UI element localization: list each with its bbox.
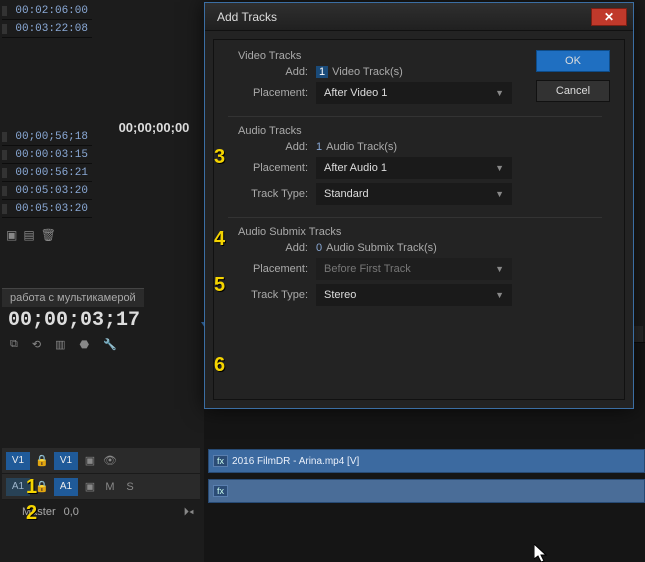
timecode: 00:03:22:08	[11, 21, 92, 37]
add-label: Add:	[220, 66, 316, 78]
add-label: Add:	[220, 141, 316, 153]
dialog-titlebar[interactable]: Add Tracks ✕	[205, 3, 633, 31]
bin-row[interactable]: 00:05:03:20	[2, 200, 92, 218]
new-bin-icon[interactable]: ▣	[6, 228, 17, 242]
timecode: 00;00;56;18	[11, 129, 92, 145]
chevron-down-icon: ▼	[495, 163, 504, 173]
audio-placement-select[interactable]: After Audio 1 ▼	[316, 157, 512, 179]
placement-label: Placement:	[220, 87, 316, 99]
timeline-playhead-timecode[interactable]: 00;00;03;17	[2, 307, 202, 334]
chevron-down-icon: ▼	[495, 88, 504, 98]
marker-icon[interactable]: ⬣	[79, 338, 89, 351]
audio-tracks-group: Audio Tracks Add: 1 Audio Track(s) Place…	[220, 125, 610, 209]
link-icon[interactable]: ⟲	[32, 338, 41, 351]
clip-label: 2016 FilmDR - Arina.mp4 [V]	[232, 456, 359, 467]
audio-tracks-legend: Audio Tracks	[238, 125, 610, 137]
dialog-title: Add Tracks	[211, 10, 277, 24]
timecode: 00:00:03:15	[11, 147, 92, 163]
submix-tracks-legend: Audio Submix Tracks	[238, 226, 610, 238]
new-item-icon[interactable]: ▤	[23, 228, 34, 242]
chevron-down-icon: ▼	[495, 189, 504, 199]
fx-badge[interactable]: fx	[213, 485, 228, 497]
v1-source-toggle[interactable]: V1	[6, 452, 30, 470]
submix-add-unit: Audio Submix Track(s)	[326, 242, 437, 254]
audio-add-unit: Audio Track(s)	[326, 141, 397, 153]
sync-lock-icon[interactable]: ▣	[82, 480, 98, 493]
submix-placement-select: Before First Track ▼	[316, 258, 512, 280]
audio-clip[interactable]: fx	[208, 479, 645, 503]
monitor-timecode: 00;00;00;00	[119, 120, 190, 135]
v1-target-toggle[interactable]: V1	[54, 452, 78, 470]
cancel-button[interactable]: Cancel	[536, 80, 610, 102]
ok-button[interactable]: OK	[536, 50, 610, 72]
video-clip[interactable]: fx 2016 FilmDR - Arina.mp4 [V]	[208, 449, 645, 473]
eye-icon[interactable]: 👁	[102, 454, 118, 467]
audio-add-value[interactable]: 1	[316, 141, 322, 153]
bin-row[interactable]: 00:03:22:08	[2, 20, 92, 38]
lock-icon[interactable]: 🔒	[34, 454, 50, 467]
lock-icon[interactable]: 🔒	[34, 480, 50, 493]
add-tracks-dialog: Add Tracks ✕ OK Cancel Video Tracks Add:…	[204, 2, 634, 409]
mute-toggle[interactable]: M	[102, 481, 118, 493]
trash-icon[interactable]: 🗑	[41, 228, 56, 242]
fx-badge[interactable]: fx	[213, 455, 228, 467]
master-label: Master	[22, 506, 56, 518]
video-track-header[interactable]: V1 🔒 V1 ▣ 👁	[2, 448, 200, 474]
a1-target-toggle[interactable]: A1	[54, 478, 78, 496]
submix-add-value[interactable]: 0	[316, 242, 322, 254]
placement-label: Placement:	[220, 162, 316, 174]
chevron-down-icon: ▼	[495, 290, 504, 300]
a1-source-toggle[interactable]: A1	[6, 478, 30, 496]
track-headers: V1 🔒 V1 ▣ 👁 A1 🔒 A1 ▣ M S Master 0,0 ⏵◂	[2, 448, 200, 524]
bin-row[interactable]: 00:05:03:20	[2, 182, 92, 200]
track-type-label: Track Type:	[220, 188, 316, 200]
sequence-tab[interactable]: работа с мультикамерой	[2, 288, 144, 307]
timeline-panel-header: работа с мультикамерой 00;00;03;17 ⧉ ⟲ ▥…	[2, 288, 202, 355]
chevron-down-icon: ▼	[495, 264, 504, 274]
audio-track-header[interactable]: A1 🔒 A1 ▣ M S	[2, 474, 200, 500]
bin-row[interactable]: 00:00:56:21	[2, 164, 92, 182]
video-add-value[interactable]: 1	[316, 66, 328, 78]
snap-icon[interactable]: ⧉	[10, 338, 18, 351]
submix-tracks-group: Audio Submix Tracks Add: 0 Audio Submix …	[220, 226, 610, 310]
video-placement-select[interactable]: After Video 1 ▼	[316, 82, 512, 104]
project-panel-left: 00:02:06:00 00:03:22:08 00;00;56;18 00:0…	[2, 2, 92, 246]
video-add-unit: Video Track(s)	[332, 66, 403, 78]
timecode: 00:05:03:20	[11, 201, 92, 217]
master-track-header[interactable]: Master 0,0 ⏵◂	[2, 500, 200, 524]
solo-toggle[interactable]: S	[122, 481, 138, 493]
bin-row[interactable]: 00;00;56;18	[2, 128, 92, 146]
output-icon[interactable]: ⏵◂	[184, 506, 194, 519]
markers-icon[interactable]: ▥	[55, 338, 65, 351]
add-label: Add:	[220, 242, 316, 254]
track-type-label: Track Type:	[220, 289, 316, 301]
timecode: 00:05:03:20	[11, 183, 92, 199]
placement-label: Placement:	[220, 263, 316, 275]
bin-row[interactable]: 00:02:06:00	[2, 2, 92, 20]
timecode: 00:00:56:21	[11, 165, 92, 181]
source-monitor: 00;00;00;00	[104, 2, 204, 252]
audio-type-select[interactable]: Standard ▼	[316, 183, 512, 205]
wrench-icon[interactable]: 🔧	[103, 338, 117, 351]
submix-type-select[interactable]: Stereo ▼	[316, 284, 512, 306]
timecode: 00:02:06:00	[11, 3, 92, 19]
master-value[interactable]: 0,0	[64, 506, 79, 518]
bin-row[interactable]: 00:00:03:15	[2, 146, 92, 164]
close-button[interactable]: ✕	[591, 8, 627, 26]
sync-lock-icon[interactable]: ▣	[82, 454, 98, 467]
